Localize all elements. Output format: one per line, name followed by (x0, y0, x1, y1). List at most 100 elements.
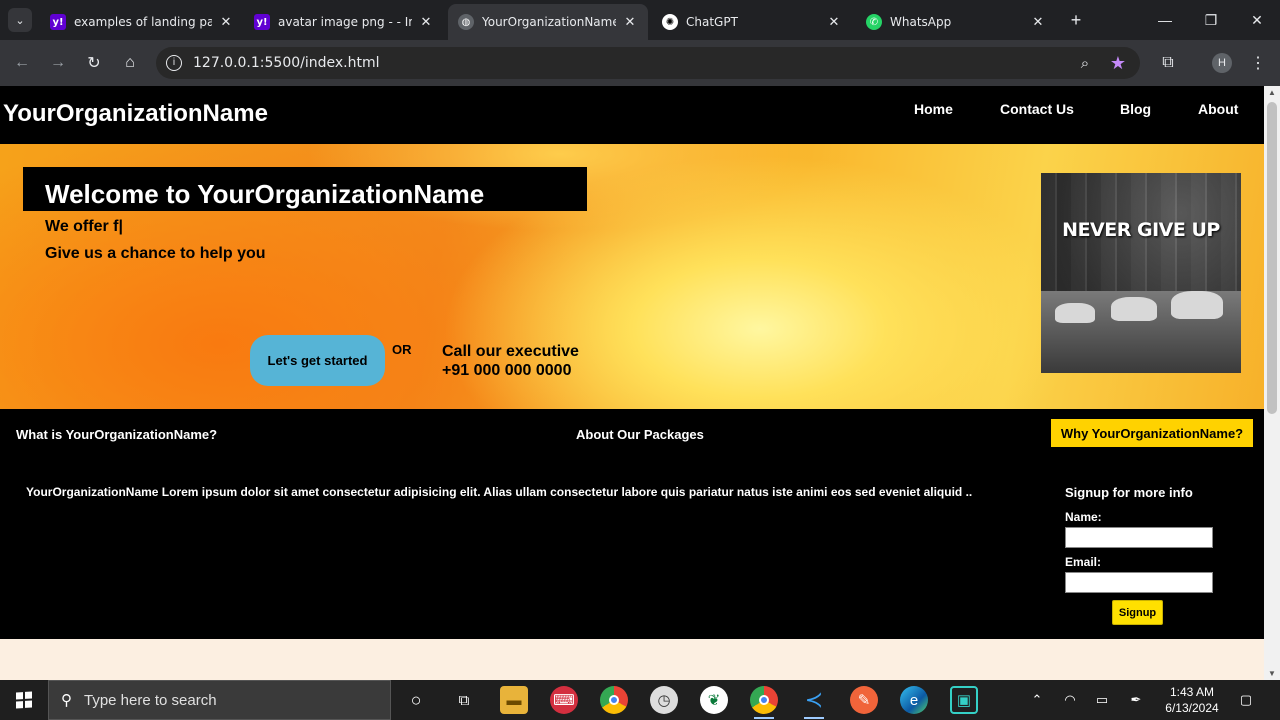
notification-icon[interactable]: ▢ (1236, 680, 1256, 720)
postman-icon[interactable]: ✎ (850, 686, 878, 714)
forward-button[interactable]: → (46, 51, 70, 75)
info-icon[interactable]: i (166, 55, 182, 71)
name-input[interactable] (1065, 527, 1213, 548)
edge-icon[interactable]: e (900, 686, 928, 714)
bookmark-star-icon[interactable]: ★ (1108, 53, 1128, 73)
nav-about[interactable]: About (1198, 101, 1238, 117)
email-label: Email: (1065, 555, 1102, 569)
file-explorer-icon[interactable]: ▬ (500, 686, 528, 714)
plus-icon: + (1070, 10, 1082, 30)
taskbar-clock[interactable]: 1:43 AM 6/13/2024 (1156, 684, 1228, 716)
scrollbar-thumb[interactable] (1267, 102, 1277, 414)
nav-contact-us[interactable]: Contact Us (1000, 101, 1074, 117)
get-started-button[interactable]: Let's get started (250, 335, 385, 386)
scroll-down-icon[interactable]: ▼ (1268, 669, 1276, 678)
nav-blog[interactable]: Blog (1120, 101, 1151, 117)
mongodb-icon[interactable]: ❦ (700, 686, 728, 714)
windows-logo-icon (16, 691, 32, 709)
chrome-profile-icon[interactable] (750, 686, 778, 719)
puzzle-icon: ⧉ (1162, 54, 1174, 71)
name-label: Name: (1065, 510, 1102, 524)
search-icon: ⚲ (61, 692, 72, 709)
home-icon: ⌂ (125, 54, 135, 71)
tab-chatgpt[interactable]: ✺ ChatGPT ✕ (652, 4, 852, 40)
signup-button[interactable]: Signup (1112, 600, 1163, 625)
home-button[interactable]: ⌂ (118, 51, 142, 75)
arrow-right-icon: → (50, 54, 66, 71)
restore-button[interactable]: ❐ (1188, 0, 1234, 40)
wifi-icon[interactable]: ◠ (1060, 680, 1080, 720)
chevron-down-icon: ⌄ (15, 14, 25, 27)
clock-time: 1:43 AM (1169, 685, 1215, 699)
what-is-heading[interactable]: What is YourOrganizationName? (16, 427, 217, 442)
minimize-button[interactable]: — (1142, 0, 1188, 40)
tab-avatar-image[interactable]: y! avatar image png - - Ima ✕ (244, 4, 444, 40)
image-caption: NEVER GIVE UP (1062, 219, 1220, 241)
tab-search-button[interactable]: ⌄ (8, 8, 32, 32)
reload-button[interactable]: ↻ (82, 51, 106, 75)
close-icon[interactable]: ✕ (622, 15, 638, 30)
tab-whatsapp[interactable]: ✆ WhatsApp ✕ (856, 4, 1056, 40)
or-separator: OR (392, 342, 412, 357)
arrow-left-icon: ← (14, 54, 30, 71)
windows-taskbar: ⚲ Type here to search ○ ⧉ ▬ ⌨ ◷ ❦ ≺ ✎ e … (0, 680, 1280, 720)
browser-tabbar: ⌄ y! examples of landing pag ✕ y! avatar… (0, 0, 1280, 40)
tab-landing-examples[interactable]: y! examples of landing pag ✕ (40, 4, 244, 40)
reload-icon: ↻ (87, 55, 101, 72)
keyboard-app-icon[interactable]: ⌨ (550, 686, 578, 714)
scroll-up-icon[interactable]: ▲ (1268, 88, 1276, 97)
yahoo-icon: y! (50, 14, 66, 30)
call-executive-label: Call our executive (442, 343, 579, 360)
back-button[interactable]: ← (10, 51, 34, 75)
clock-date: 6/13/2024 (1165, 701, 1219, 715)
browser-toolbar: ← → ↻ ⌂ i 127.0.0.1:5500/index.html ⌕ ★ … (0, 40, 1280, 86)
close-icon[interactable]: ✕ (826, 15, 842, 30)
address-bar[interactable]: i 127.0.0.1:5500/index.html ⌕ ★ (156, 47, 1140, 79)
clock-app-icon[interactable]: ◷ (650, 686, 678, 714)
page-scrollbar[interactable]: ▲ ▼ (1264, 86, 1280, 680)
new-tab-button[interactable]: + (1066, 8, 1086, 32)
cortana-icon[interactable]: ○ (402, 686, 430, 714)
phone-number[interactable]: +91 000 000 0000 (442, 362, 571, 380)
close-icon[interactable]: ✕ (1030, 15, 1046, 30)
close-icon[interactable]: ✕ (218, 15, 234, 30)
address-url[interactable]: 127.0.0.1:5500/index.html (193, 55, 380, 71)
chevron-up-icon[interactable]: ⌃ (1028, 680, 1046, 720)
vscode-icon[interactable]: ≺ (800, 686, 828, 719)
globe-icon: ◍ (458, 14, 474, 30)
whatsapp-icon: ✆ (866, 14, 882, 30)
menu-button[interactable]: ⋮ (1246, 51, 1270, 75)
more-vertical-icon: ⋮ (1250, 55, 1266, 72)
motivation-image: NEVER GIVE UP (1041, 173, 1241, 373)
pen-icon[interactable]: ✒ (1126, 680, 1146, 720)
hero-title: Welcome to YourOrganizationName (45, 179, 485, 209)
hero-typing-text: We offer f| (45, 218, 123, 235)
hero-section: Welcome to YourOrganizationName We offer… (0, 144, 1264, 409)
terminal-app-icon[interactable]: ▣ (950, 686, 978, 714)
profile-avatar[interactable]: H (1212, 53, 1232, 73)
info-section: What is YourOrganizationName? About Our … (0, 409, 1264, 639)
why-button[interactable]: Why YourOrganizationName? (1051, 419, 1253, 447)
email-input[interactable] (1065, 572, 1213, 593)
info-paragraph: YourOrganizationName Lorem ipsum dolor s… (26, 485, 973, 499)
taskbar-search[interactable]: ⚲ Type here to search (48, 680, 391, 720)
page-viewport: YourOrganizationName Home Contact Us Blo… (0, 86, 1264, 680)
site-brand[interactable]: YourOrganizationName (3, 100, 268, 128)
battery-icon[interactable]: ▭ (1092, 680, 1112, 720)
task-view-icon[interactable]: ⧉ (450, 686, 478, 714)
close-icon[interactable]: ✕ (418, 15, 434, 30)
zoom-icon[interactable]: ⌕ (1075, 53, 1095, 73)
close-window-button[interactable]: ✕ (1234, 0, 1280, 40)
site-navbar: YourOrganizationName Home Contact Us Blo… (0, 86, 1264, 144)
chrome-icon[interactable] (600, 686, 628, 714)
yahoo-icon: y! (254, 14, 270, 30)
tab-your-organization[interactable]: ◍ YourOrganizationName L ✕ (448, 4, 648, 40)
signup-heading: Signup for more info (1065, 485, 1193, 500)
chatgpt-icon: ✺ (662, 14, 678, 30)
start-button[interactable] (0, 680, 48, 720)
packages-heading[interactable]: About Our Packages (576, 427, 704, 442)
nav-home[interactable]: Home (914, 101, 953, 117)
hero-subtitle: Give us a chance to help you (45, 245, 266, 262)
extensions-button[interactable]: ⧉ (1156, 51, 1180, 75)
taskbar-search-placeholder: Type here to search (84, 691, 217, 709)
